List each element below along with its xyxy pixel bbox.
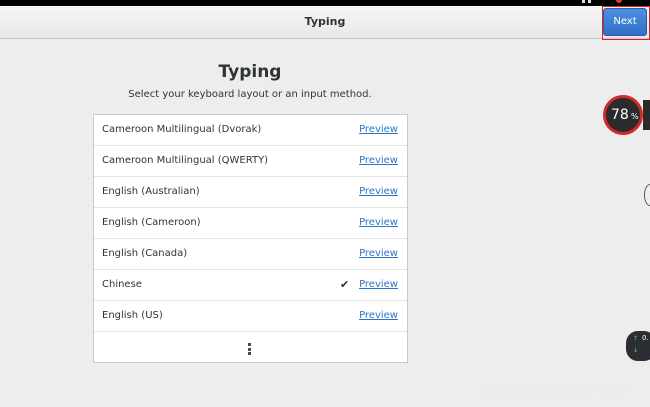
network-speed-widget: ↑ ↓ 0.: [626, 331, 650, 361]
layout-label: Cameroon Multilingual (QWERTY): [102, 155, 269, 166]
download-arrow-icon: ↓: [633, 347, 639, 354]
page-subtitle: Select your keyboard layout or an input …: [128, 89, 372, 100]
layout-row[interactable]: Cameroon Multilingual (QWERTY) Preview: [94, 146, 407, 177]
usage-gauge: 78 %: [603, 95, 643, 135]
page-title: Typing: [218, 62, 282, 82]
more-options-icon[interactable]: [248, 343, 251, 355]
layout-row[interactable]: English (Australian) Preview: [94, 177, 407, 208]
keyboard-layout-list: Cameroon Multilingual (Dvorak) Preview C…: [93, 114, 408, 363]
gauge-unit: %: [631, 112, 639, 121]
layout-row[interactable]: English (Canada) Preview: [94, 239, 407, 270]
layout-row-selected[interactable]: Chinese ✔ Preview: [94, 270, 407, 301]
layout-label: English (Canada): [102, 248, 188, 259]
preview-link[interactable]: Preview: [359, 124, 398, 135]
header-bar: Typing: [0, 6, 650, 39]
preview-link[interactable]: Preview: [359, 248, 398, 259]
preview-link[interactable]: Preview: [359, 217, 398, 228]
record-indicator: [616, 0, 622, 3]
layout-label: English (Australian): [102, 186, 200, 197]
layout-label: English (US): [102, 310, 163, 321]
checkmark-icon: ✔: [340, 278, 350, 291]
upload-arrow-icon: ↑: [633, 335, 639, 342]
layout-row[interactable]: Cameroon Multilingual (Dvorak) Preview: [94, 115, 407, 146]
gauge-tab: [643, 100, 650, 130]
header-title: Typing: [304, 15, 346, 28]
floating-ball-icon[interactable]: [644, 184, 650, 206]
layout-label: Cameroon Multilingual (Dvorak): [102, 124, 262, 135]
preview-link[interactable]: Preview: [359, 279, 398, 290]
system-indicator: [582, 0, 585, 3]
watermark: https://blog.csdn.net/u014502770: [480, 387, 634, 397]
gauge-value: 78: [611, 107, 629, 123]
layout-row[interactable]: English (Cameroon) Preview: [94, 208, 407, 239]
layout-label: English (Cameroon): [102, 217, 201, 228]
layout-label: Chinese: [102, 279, 142, 290]
preview-link[interactable]: Preview: [359, 155, 398, 166]
layout-row[interactable]: English (US) Preview: [94, 301, 407, 332]
network-speed-value: 0.: [642, 334, 649, 342]
show-more-row[interactable]: [94, 335, 407, 363]
preview-link[interactable]: Preview: [359, 186, 398, 197]
next-button[interactable]: Next: [603, 8, 647, 36]
preview-link[interactable]: Preview: [359, 310, 398, 321]
system-indicator: [588, 0, 591, 3]
